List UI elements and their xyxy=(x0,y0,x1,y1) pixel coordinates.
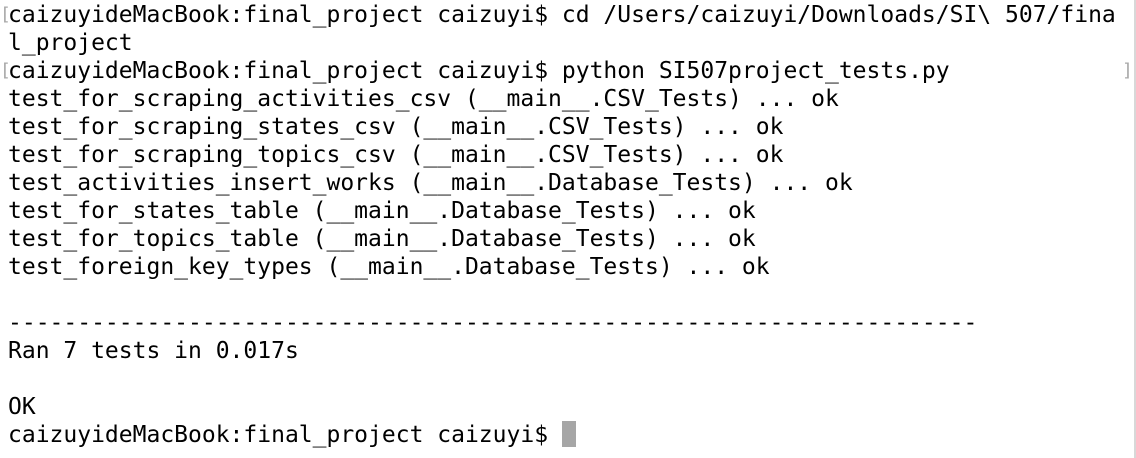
test-summary: Ran 7 tests in 0.017s xyxy=(8,338,299,364)
terminal-line: caizuyideMacBook:final_project caizuyi$ … xyxy=(8,58,950,84)
terminal-line: test_for_scraping_activities_csv (__main… xyxy=(8,86,839,112)
terminal-line: test_for_scraping_topics_csv (__main__.C… xyxy=(8,142,784,168)
terminal-line: test_for_scraping_states_csv (__main__.C… xyxy=(8,114,784,140)
shell-prompt: caizuyideMacBook:final_project caizuyi$ xyxy=(8,422,562,448)
terminal-line: test_activities_insert_works (__main__.D… xyxy=(8,170,853,196)
terminal-line: test_for_states_table (__main__.Database… xyxy=(8,198,756,224)
test-status: OK xyxy=(8,394,36,420)
prompt-line[interactable]: caizuyideMacBook:final_project caizuyi$ xyxy=(8,421,1128,449)
terminal-line: l_project xyxy=(8,30,133,56)
terminal-line: test_for_topics_table (__main__.Database… xyxy=(8,226,756,252)
terminal-line: test_foreign_key_types (__main__.Databas… xyxy=(8,254,770,280)
terminal-output: caizuyideMacBook:final_project caizuyi$ … xyxy=(8,0,1128,449)
text-cursor xyxy=(561,421,576,447)
test-separator-line: ----------------------------------------… xyxy=(8,310,978,336)
terminal-window[interactable]: [ [ ] caizuyideMacBook:final_project cai… xyxy=(0,0,1136,458)
terminal-line: caizuyideMacBook:final_project caizuyi$ … xyxy=(8,2,1116,28)
